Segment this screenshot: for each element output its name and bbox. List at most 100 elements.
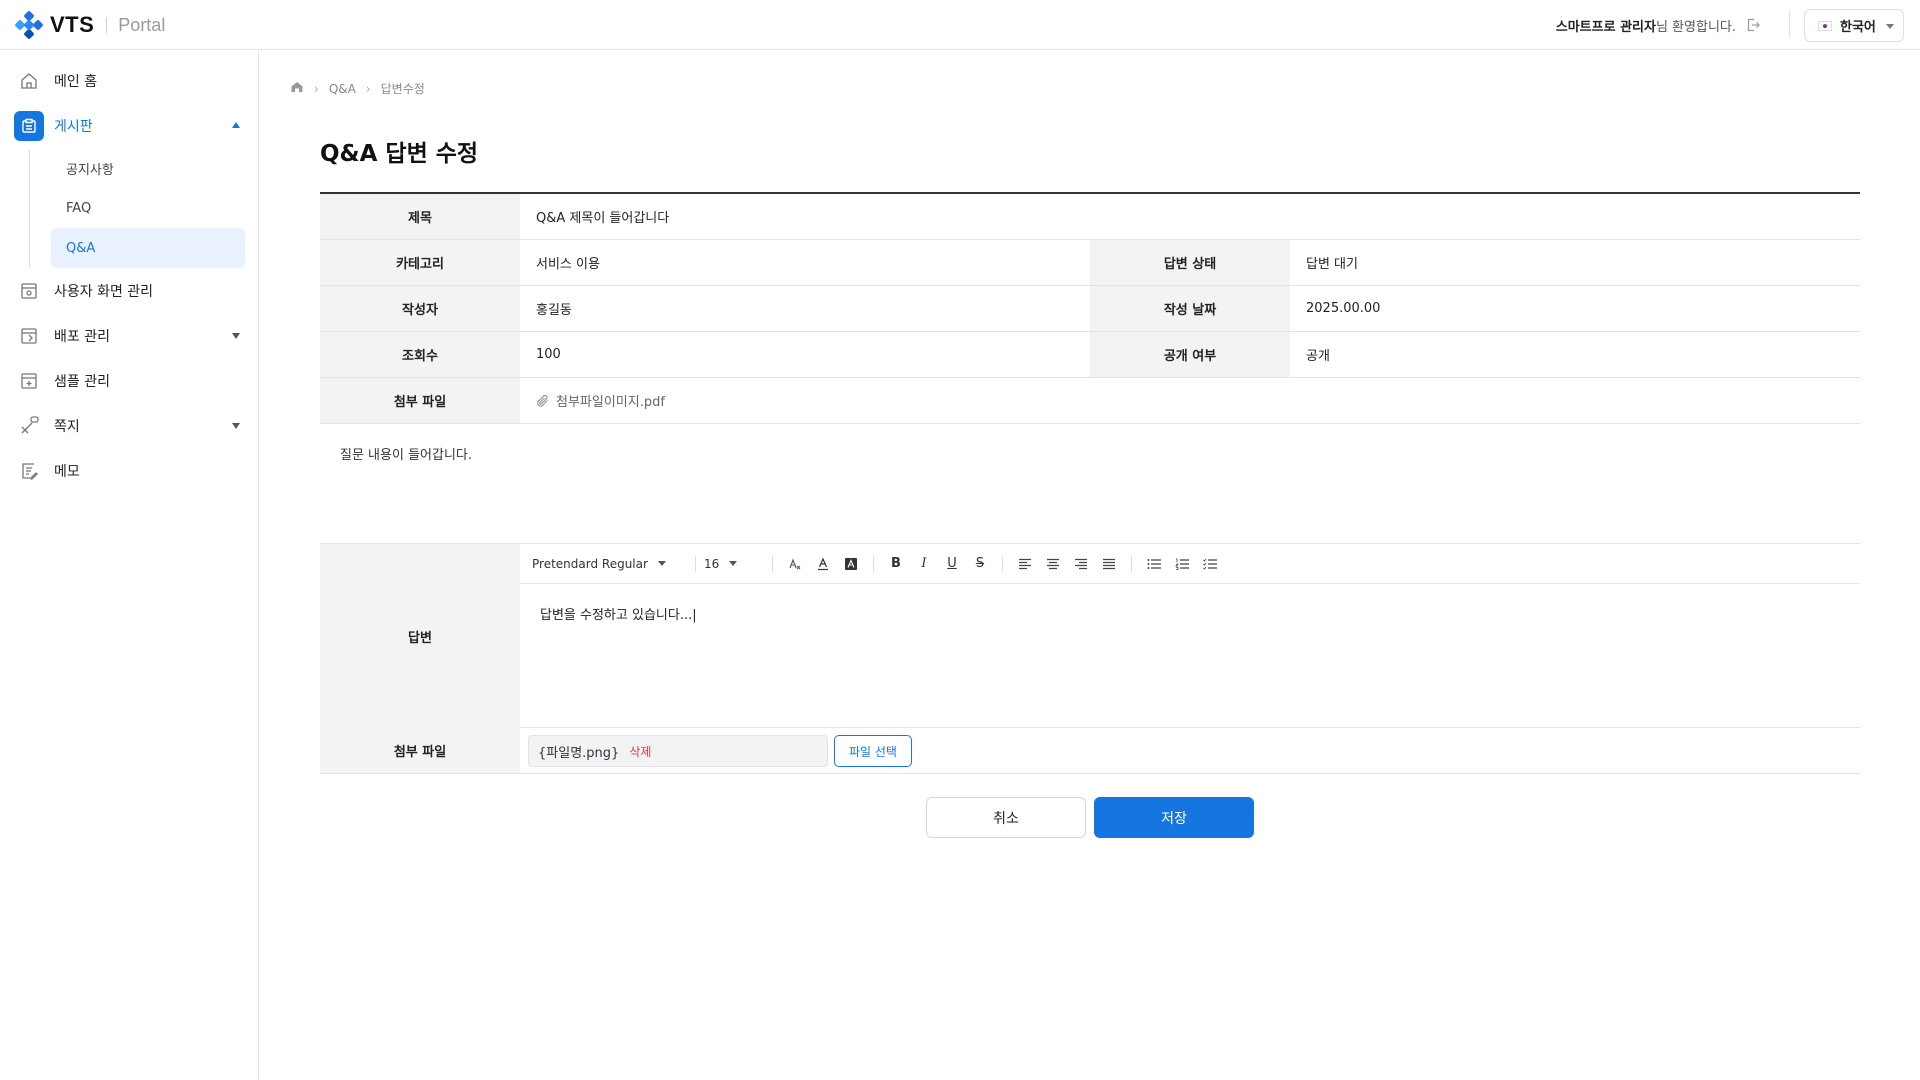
attachment-link[interactable]: 첨부파일이미지.pdf [536, 391, 665, 410]
align-justify-icon[interactable] [1095, 552, 1123, 576]
editor-toolbar: Pretendard Regular 16 B I U S [520, 544, 1860, 584]
attachment-cell: 첨부파일이미지.pdf [520, 378, 1860, 423]
clear-format-icon[interactable] [781, 552, 809, 576]
home-icon [14, 66, 44, 96]
memo-icon [14, 456, 44, 486]
underline-icon[interactable]: U [938, 552, 966, 576]
answer-editor-input[interactable]: 답변을 수정하고 있습니다...| [520, 584, 1860, 727]
delete-file-button[interactable]: 삭제 [629, 743, 651, 760]
numbered-list-icon[interactable] [1168, 552, 1196, 576]
top-header: VTS Portal 스마트프로 관리자 님 환영합니다. 한국어 [0, 0, 1920, 50]
sidebar-subitem-qna[interactable]: Q&A [51, 228, 245, 268]
views-value: 100 [536, 347, 561, 362]
board-icon [14, 111, 44, 141]
background-color-icon[interactable] [837, 552, 865, 576]
category-value: 서비스 이용 [536, 257, 600, 272]
chevron-up-icon [232, 122, 240, 128]
attachment-label: 첨부 파일 [320, 378, 520, 423]
breadcrumb-separator: › [365, 81, 371, 96]
sidebar-subitem-faq[interactable]: FAQ [51, 188, 245, 228]
message-icon [14, 411, 44, 441]
toolbar-divider [1002, 555, 1003, 572]
align-left-icon[interactable] [1011, 552, 1039, 576]
checklist-icon[interactable] [1196, 552, 1224, 576]
font-size-select[interactable]: 16 [704, 557, 764, 571]
strikethrough-icon[interactable]: S [966, 552, 994, 576]
form-row-title: 제목 Q&A 제목이 들어갑니다 [320, 194, 1860, 240]
welcome-message: 스마트프로 관리자 님 환영합니다. [1556, 0, 1760, 50]
logo-text: VTS [50, 12, 95, 37]
chevron-down-icon [657, 561, 666, 566]
align-right-icon[interactable] [1067, 552, 1095, 576]
italic-icon[interactable]: I [910, 552, 938, 576]
toolbar-divider [695, 555, 696, 572]
font-size-value: 16 [704, 556, 720, 571]
breadcrumb-separator: › [314, 81, 319, 96]
form-row-attachment: 첨부 파일 첨부파일이미지.pdf [320, 378, 1860, 424]
language-label: 한국어 [1840, 20, 1876, 35]
rich-text-editor: Pretendard Regular 16 B I U S 답변을 수정하고 있… [520, 544, 1860, 727]
sidebar-item-label: 배포 관리 [54, 329, 110, 345]
sidebar-item-label: 메인 홈 [54, 74, 98, 90]
home-icon[interactable] [290, 80, 304, 97]
attachment-filename: 첨부파일이미지.pdf [556, 395, 665, 410]
sidebar-item-home[interactable]: 메인 홈 [14, 65, 246, 97]
subnav-guide-line [29, 150, 30, 268]
sidebar-item-message[interactable]: 쪽지 [14, 410, 246, 442]
qna-form: 제목 Q&A 제목이 들어갑니다 카테고리 서비스 이용 답변 상태 답변 대기… [320, 192, 1860, 774]
cancel-button[interactable]: 취소 [926, 797, 1086, 838]
bold-icon[interactable]: B [882, 552, 910, 576]
breadcrumb-qna[interactable]: Q&A [329, 82, 356, 96]
form-row-category: 카테고리 서비스 이용 답변 상태 답변 대기 [320, 240, 1860, 286]
logo-subtitle: Portal [118, 14, 166, 35]
select-file-button[interactable]: 파일 선택 [834, 735, 912, 767]
chevron-down-icon [1886, 24, 1894, 29]
author-label: 작성자 [320, 286, 520, 331]
attached-file-box: {파일명.png} 삭제 [528, 735, 828, 767]
font-family-select[interactable]: Pretendard Regular [532, 557, 687, 571]
align-center-icon[interactable] [1039, 552, 1067, 576]
sidebar-item-label: 게시판 [54, 119, 93, 135]
breadcrumb: › Q&A › 답변수정 [290, 80, 425, 97]
sidebar-item-deploy[interactable]: 배포 관리 [14, 320, 246, 352]
public-value: 공개 [1306, 349, 1330, 364]
category-label: 카테고리 [320, 240, 520, 285]
form-row-answer: 답변 Pretendard Regular 16 B I U S 답변을 수정하… [320, 544, 1860, 728]
form-row-author: 작성자 홍길동 작성 날짜 2025.00.00 [320, 286, 1860, 332]
sidebar-item-label: 사용자 화면 관리 [54, 284, 154, 300]
answer-label: 답변 [320, 544, 520, 728]
user-name: 스마트프로 관리자 [1555, 19, 1656, 35]
toolbar-divider [873, 555, 874, 572]
sidebar-subitem-notice[interactable]: 공지사항 [51, 148, 245, 188]
language-select[interactable]: 한국어 [1804, 9, 1904, 42]
logo[interactable]: VTS Portal [14, 10, 165, 40]
date-value: 2025.00.00 [1306, 301, 1381, 316]
bulleted-list-icon[interactable] [1140, 552, 1168, 576]
answer-attachment-label: 첨부 파일 [320, 728, 520, 773]
logo-divider [106, 17, 108, 33]
sample-icon [14, 366, 44, 396]
main-content: › Q&A › 답변수정 Q&A 답변 수정 제목 Q&A 제목이 들어갑니다 … [260, 50, 1920, 1080]
sidebar: 메인 홈 게시판 공지사항 FAQ Q&A 사용자 화면 관리 배포 관리 샘플… [0, 50, 259, 1080]
save-button[interactable]: 저장 [1094, 797, 1254, 838]
sidebar-item-label: 메모 [54, 464, 80, 480]
korea-flag-icon [1818, 20, 1832, 31]
title-value: Q&A 제목이 들어갑니다 [536, 211, 670, 226]
sidebar-item-board[interactable]: 게시판 [14, 110, 246, 142]
header-divider [1789, 10, 1790, 38]
views-label: 조회수 [320, 332, 520, 377]
sidebar-item-sample[interactable]: 샘플 관리 [14, 365, 246, 397]
sidebar-item-label: 쪽지 [54, 419, 80, 435]
chevron-down-icon [729, 561, 738, 566]
breadcrumb-current: 답변수정 [380, 82, 425, 96]
logout-icon[interactable] [1746, 18, 1760, 32]
chevron-down-icon [232, 423, 240, 429]
attached-file-name: {파일명.png} [538, 745, 620, 761]
title-label: 제목 [320, 194, 520, 239]
status-value: 답변 대기 [1306, 257, 1358, 272]
sidebar-item-memo[interactable]: 메모 [14, 455, 246, 487]
question-content: 질문 내용이 들어갑니다. [320, 424, 1860, 544]
text-color-icon[interactable] [809, 552, 837, 576]
sidebar-item-user-screen[interactable]: 사용자 화면 관리 [14, 275, 246, 307]
page-title: Q&A 답변 수정 [320, 141, 479, 167]
